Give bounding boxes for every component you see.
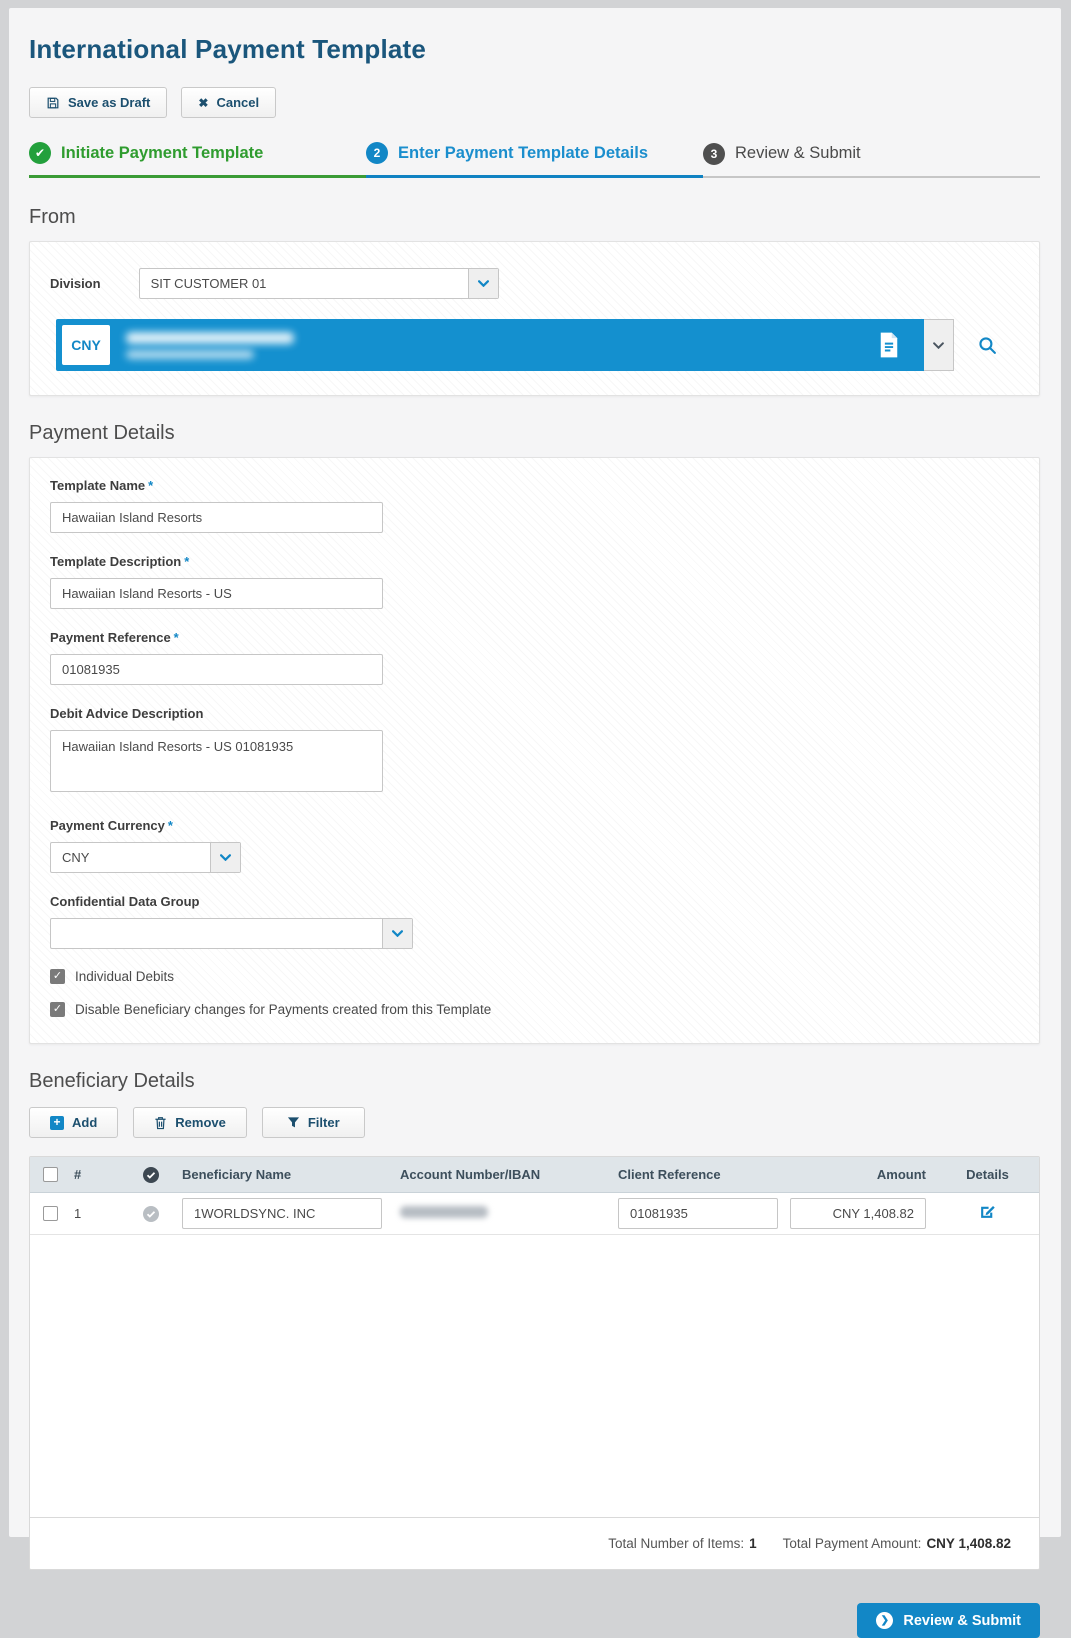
step-3-label: Review & Submit [735,144,861,163]
confidential-data-group-select[interactable] [50,918,413,949]
table-header-row: # Beneficiary Name Account Number/IBAN C… [30,1157,1039,1193]
step-enter-payment-template-details[interactable]: 2 Enter Payment Template Details [366,142,703,178]
template-description-label: Template Description* [50,554,1019,569]
details-column-header: Details [936,1167,1039,1182]
select-all-checkbox[interactable] [43,1167,58,1182]
individual-debits-checkbox[interactable]: ✓ [50,969,65,984]
filter-funnel-icon [287,1116,300,1129]
total-items: Total Number of Items:1 [608,1536,756,1551]
filter-button[interactable]: Filter [262,1107,365,1138]
payment-template-page: International Payment Template Save as D… [9,8,1061,1537]
account-chevron-down-icon[interactable] [924,319,954,371]
step-1-label: Initiate Payment Template [61,144,263,163]
from-panel: Division SIT CUSTOMER 01 CNY [29,241,1040,396]
account-name-redacted [126,332,294,344]
payment-currency-value: CNY [51,843,210,872]
cancel-label: Cancel [216,95,259,110]
step-complete-check-icon: ✔ [29,142,51,164]
filter-label: Filter [308,1115,340,1130]
step-initiate-payment-template[interactable]: ✔ Initiate Payment Template [29,142,366,178]
debit-advice-description-textarea[interactable]: Hawaiian Island Resorts - US 01081935 [50,730,383,792]
individual-debits-label: Individual Debits [75,969,174,984]
row-account-number-redacted [400,1206,488,1218]
division-label: Division [50,276,101,291]
required-asterisk: * [168,818,173,833]
required-asterisk: * [148,478,153,493]
row-select-checkbox[interactable] [43,1206,58,1221]
table-summary-row: Total Number of Items:1 Total Payment Am… [30,1517,1039,1569]
chevron-down-icon[interactable] [210,843,240,872]
disable-beneficiary-changes-checkbox[interactable]: ✓ [50,1002,65,1017]
validated-check-circle-icon [120,1167,182,1183]
chevron-down-icon[interactable] [468,269,498,298]
trash-icon [154,1116,167,1130]
review-submit-button[interactable]: ❯ Review & Submit [857,1603,1040,1638]
wizard-steps: ✔ Initiate Payment Template 2 Enter Paym… [29,142,1040,178]
page-title: International Payment Template [29,34,1040,65]
plus-icon: + [50,1116,64,1130]
payment-details-panel: Template Name* Template Description* Pay… [29,457,1040,1044]
account-redacted-details [126,332,878,359]
template-description-input[interactable] [50,578,383,609]
step-3-number-badge: 3 [703,143,725,165]
total-payment-amount-value: CNY 1,408.82 [926,1536,1011,1551]
debit-account-selector[interactable]: CNY [56,319,924,371]
beneficiary-name-input[interactable] [182,1198,382,1229]
client-reference-input[interactable] [618,1198,778,1229]
account-column-header: Account Number/IBAN [400,1167,618,1182]
payment-reference-label: Payment Reference* [50,630,1019,645]
chevron-down-icon[interactable] [382,919,412,948]
division-select[interactable]: SIT CUSTOMER 01 [139,268,499,299]
toolbar: Save as Draft ✖ Cancel [29,87,1040,118]
total-payment-amount: Total Payment Amount:CNY 1,408.82 [783,1536,1011,1551]
row-index: 1 [70,1206,120,1221]
template-name-label: Template Name* [50,478,1019,493]
add-beneficiary-button[interactable]: + Add [29,1107,118,1138]
save-icon [46,96,60,110]
cancel-button[interactable]: ✖ Cancel [181,87,276,118]
edit-details-icon[interactable] [979,1203,996,1220]
save-as-draft-label: Save as Draft [68,95,150,110]
beneficiary-table: # Beneficiary Name Account Number/IBAN C… [29,1156,1040,1570]
step-2-number-badge: 2 [366,142,388,164]
division-selected-value: SIT CUSTOMER 01 [140,269,468,298]
payment-currency-select[interactable]: CNY [50,842,241,873]
remove-label: Remove [175,1115,226,1130]
index-column-header: # [70,1167,120,1182]
disable-beneficiary-changes-label: Disable Beneficiary changes for Payments… [75,1002,491,1017]
close-icon: ✖ [198,96,208,110]
required-asterisk: * [174,630,179,645]
review-submit-label: Review & Submit [903,1613,1021,1629]
row-status-check-circle-icon [120,1206,182,1222]
step-2-label: Enter Payment Template Details [398,144,648,163]
account-number-redacted [126,350,254,359]
required-asterisk: * [184,554,189,569]
beneficiary-name-column-header: Beneficiary Name [182,1167,400,1182]
confidential-data-group-label: Confidential Data Group [50,894,1019,909]
remove-beneficiary-button[interactable]: Remove [133,1107,247,1138]
account-currency-badge: CNY [62,325,110,365]
document-icon [878,331,900,359]
confidential-data-group-value [51,919,382,948]
beneficiary-details-heading: Beneficiary Details [29,1070,1040,1093]
account-search-icon[interactable] [978,336,997,355]
debit-advice-description-label: Debit Advice Description [50,706,1019,721]
amount-input[interactable] [790,1198,926,1229]
payment-reference-input[interactable] [50,654,383,685]
table-row: 1 [30,1193,1039,1235]
table-empty-area [30,1235,1039,1517]
amount-column-header: Amount [786,1167,936,1182]
payment-details-heading: Payment Details [29,422,1040,445]
step-review-submit[interactable]: 3 Review & Submit [703,142,1040,178]
save-as-draft-button[interactable]: Save as Draft [29,87,167,118]
template-name-input[interactable] [50,502,383,533]
beneficiary-toolbar: + Add Remove Filter [29,1107,1040,1138]
total-items-value: 1 [749,1536,757,1551]
add-label: Add [72,1115,97,1130]
from-heading: From [29,206,1040,229]
payment-currency-label: Payment Currency* [50,818,1019,833]
arrow-right-circle-icon: ❯ [876,1612,893,1629]
client-reference-column-header: Client Reference [618,1167,786,1182]
